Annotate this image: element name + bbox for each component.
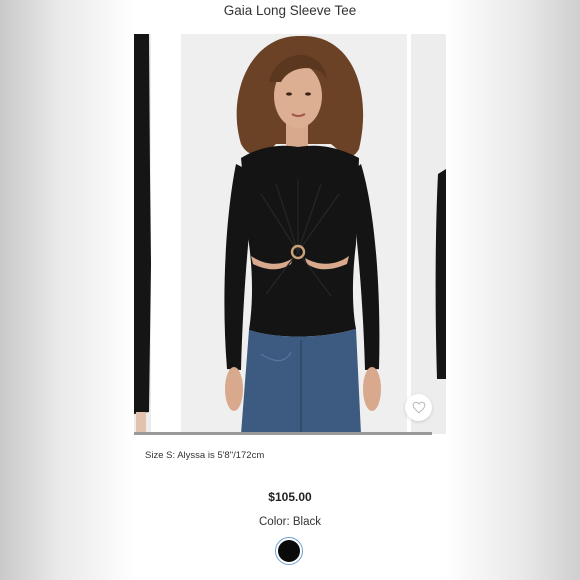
color-label: Color: Black (259, 516, 321, 528)
favorite-button[interactable] (405, 394, 432, 421)
carousel-progress-fill (134, 432, 432, 435)
product-image-main (181, 34, 407, 434)
product-price: $105.00 (268, 490, 312, 504)
carousel-slide-next[interactable] (411, 34, 446, 434)
model-size-note: Size S: Alyssa is 5'8"/172cm (145, 450, 265, 461)
product-title: Gaia Long Sleeve Tee (223, 3, 357, 18)
product-image-next (411, 34, 446, 434)
product-card: Gaia Long Sleeve Tee Size S: Alyssa is 5… (134, 0, 446, 580)
heart-outline-icon (412, 401, 425, 414)
color-swatch-fill (278, 540, 300, 562)
carousel-slide-main[interactable] (181, 34, 407, 434)
color-swatch-black[interactable] (275, 537, 303, 565)
image-carousel[interactable] (134, 34, 446, 434)
product-image-previous (134, 34, 151, 434)
carousel-progress-bar (134, 432, 432, 435)
carousel-slide-previous[interactable] (134, 34, 151, 434)
